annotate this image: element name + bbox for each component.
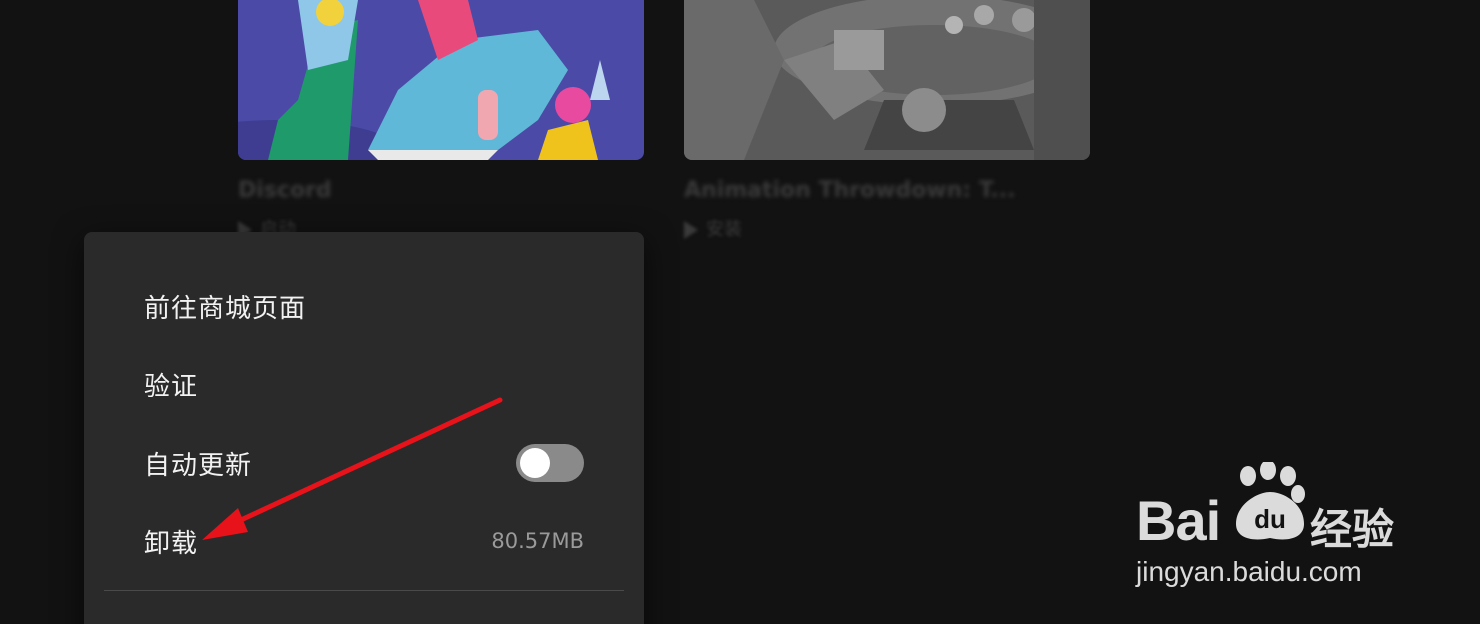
menu-divider <box>104 590 624 591</box>
game-thumbnail-animation-throwdown <box>684 0 1090 160</box>
watermark-url: jingyan.baidu.com <box>1136 556 1362 587</box>
menu-item-label: 前往商城页面 <box>144 293 307 324</box>
screen: Discord 启动 Animation Throwdown: T... 安装 … <box>0 0 1480 624</box>
menu-item-verify[interactable]: 验证 <box>144 364 584 404</box>
watermark-paw-text: du <box>1254 504 1286 534</box>
game-title: Discord <box>238 178 332 203</box>
game-context-menu: 前往商城页面 验证 自动更新 卸载 80.57MB <box>84 232 644 624</box>
game-thumbnail-discord <box>238 0 644 160</box>
game-card-animation-throwdown[interactable]: Animation Throwdown: T... 安装 <box>684 0 1090 241</box>
menu-item-label: 卸载 <box>144 528 199 559</box>
game-status-label: 安装 <box>706 219 742 240</box>
auto-update-toggle[interactable] <box>516 444 584 482</box>
watermark-brand: 经验 <box>1310 505 1395 554</box>
download-icon <box>684 221 698 239</box>
game-card-discord[interactable]: Discord 启动 <box>238 0 644 241</box>
baidu-paw-icon: du <box>1236 462 1305 540</box>
menu-item-label: 验证 <box>144 371 199 402</box>
menu-item-auto-update[interactable]: 自动更新 <box>144 443 584 483</box>
install-size: 80.57MB <box>491 529 584 553</box>
menu-item-uninstall[interactable]: 卸载 80.57MB <box>144 521 584 561</box>
baidu-jingyan-watermark: Bai du 经验 jingyan.baidu.com <box>1130 462 1410 592</box>
toggle-knob <box>520 448 550 478</box>
game-title: Animation Throwdown: T... <box>684 178 1016 203</box>
menu-item-go-to-store[interactable]: 前往商城页面 <box>144 286 584 326</box>
watermark-logo-text: Bai <box>1136 489 1221 552</box>
menu-item-label: 自动更新 <box>144 450 253 481</box>
game-status[interactable]: 安装 <box>684 215 1090 241</box>
